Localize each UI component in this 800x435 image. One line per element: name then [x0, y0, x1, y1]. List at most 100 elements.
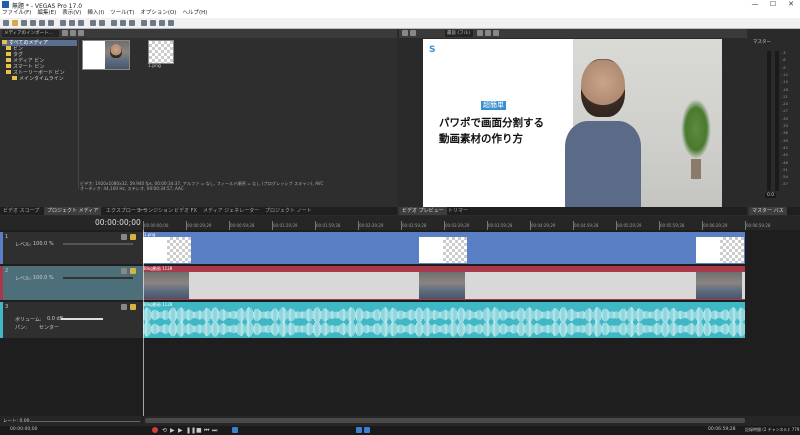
- media-item-label: 1.png: [148, 64, 161, 69]
- play-from-start-icon[interactable]: ▶: [170, 427, 175, 434]
- paste-icon[interactable]: [78, 20, 84, 26]
- overlays-icon[interactable]: [477, 30, 483, 36]
- mute-icon[interactable]: [121, 268, 127, 274]
- pause-icon[interactable]: ❚❚: [186, 427, 196, 434]
- meter-left: [767, 51, 771, 191]
- tab-master-bus[interactable]: マスター バス: [749, 207, 787, 215]
- menu-help[interactable]: ヘルプ(H): [183, 9, 208, 18]
- save-icon[interactable]: [21, 20, 27, 26]
- save-as-icon[interactable]: [30, 20, 36, 26]
- menu-edit[interactable]: 編集(E): [37, 9, 56, 18]
- media-info: ビデオ: 1920x1080x32, 59.940 fps, 00:00:34:…: [80, 181, 395, 191]
- grid-toggle-icon[interactable]: [364, 427, 370, 433]
- views-icon[interactable]: [78, 30, 84, 36]
- mute-icon[interactable]: [121, 234, 127, 240]
- tab-video-preview[interactable]: ビデオ プレビュー: [399, 207, 447, 215]
- preview-quality-dropdown[interactable]: 最良 (フル): [445, 30, 473, 37]
- slide-title-line2: 動画素材の作り方: [439, 133, 523, 145]
- tab-media-generators[interactable]: メディア ジェネレーター: [200, 207, 262, 215]
- track-header-1[interactable]: 1 レベル: 100.0 %: [0, 232, 145, 264]
- envelope-tool-icon[interactable]: [150, 20, 156, 26]
- plant-leaves: [681, 99, 711, 159]
- import-media-dropdown[interactable]: メディアのインポート...: [2, 30, 59, 37]
- ruler-tick-label: 00:01:29;29: [273, 223, 298, 228]
- tab-video-fx[interactable]: ビデオ FX: [171, 207, 200, 215]
- track-2-lane[interactable]: Blog動画 1128: [143, 266, 745, 300]
- normal-edit-tool-icon[interactable]: [232, 427, 238, 433]
- render-icon[interactable]: [39, 20, 45, 26]
- edit-tool-icon[interactable]: [141, 20, 147, 26]
- tab-project-media[interactable]: プロジェクト メディア: [44, 207, 102, 215]
- track-header-2[interactable]: 2 レベル: 100.0 %: [0, 266, 145, 300]
- timeline-ruler[interactable]: 00:00:00;00 00:00:29;29 00:00:59;28 00:01:2…: [143, 216, 800, 230]
- solo-icon[interactable]: [130, 234, 136, 240]
- redo-icon[interactable]: [99, 20, 105, 26]
- track-header-3[interactable]: 3 ボリューム: 0.0 dB パン: センター: [0, 302, 145, 338]
- preview-settings-icon[interactable]: [402, 30, 408, 36]
- db-scale-label: -3: [782, 51, 786, 55]
- menu-file[interactable]: ファイル(F): [2, 9, 31, 18]
- db-scale-label: -30: [782, 116, 788, 121]
- loop-icon[interactable]: ⟲: [162, 427, 167, 434]
- menu-tools[interactable]: ツール(T): [110, 9, 134, 18]
- level-slider[interactable]: [63, 277, 133, 279]
- solo-icon[interactable]: [130, 268, 136, 274]
- snap-icon[interactable]: [111, 20, 117, 26]
- copy-snapshot-icon[interactable]: [485, 30, 491, 36]
- playhead[interactable]: [143, 230, 144, 420]
- solo-icon[interactable]: [130, 304, 136, 310]
- close-button[interactable]: ✕: [782, 0, 800, 9]
- go-to-end-icon[interactable]: ⏭: [212, 427, 217, 435]
- cut-icon[interactable]: [60, 20, 66, 26]
- db-scale-label: -18: [782, 87, 788, 92]
- zoom-tool-icon[interactable]: [168, 20, 174, 26]
- clip-frame: [419, 272, 465, 299]
- go-to-start-icon[interactable]: ⏮: [204, 427, 209, 435]
- level-slider[interactable]: [63, 243, 133, 245]
- selection-tool-icon[interactable]: [159, 20, 165, 26]
- play-icon[interactable]: ▶: [178, 427, 183, 434]
- ruler-tick-mark: [616, 221, 617, 230]
- volume-slider[interactable]: [61, 318, 103, 320]
- record-icon[interactable]: [152, 427, 158, 433]
- properties-icon[interactable]: [48, 20, 54, 26]
- timeline-scrollbar[interactable]: [143, 416, 800, 426]
- new-icon[interactable]: [3, 20, 9, 26]
- menu-view[interactable]: 表示(V): [62, 9, 81, 18]
- save-snapshot-icon[interactable]: [493, 30, 499, 36]
- person-head: [581, 59, 625, 117]
- track-3-lane[interactable]: Blog動画 1128: [143, 302, 745, 338]
- mute-icon[interactable]: [121, 304, 127, 310]
- ruler-tick-label: 00:05:29;29: [617, 223, 642, 228]
- scrollbar-thumb[interactable]: [145, 418, 745, 423]
- media-panel-toolbar: メディアのインポート...: [0, 29, 397, 38]
- delete-icon[interactable]: [70, 30, 76, 36]
- ruler-tick-label: 00:04:59;28: [574, 223, 599, 228]
- copy-icon[interactable]: [69, 20, 75, 26]
- media-thumbnail-png[interactable]: [148, 40, 174, 64]
- tree-item-main-timeline[interactable]: メインタイムライン: [2, 76, 77, 82]
- audio-waveform: [143, 307, 745, 337]
- split-screen-icon[interactable]: [410, 30, 416, 36]
- track-1-lane[interactable]: 1.png: [143, 232, 745, 264]
- auto-ripple-icon[interactable]: [120, 20, 126, 26]
- media-thumbnail-video[interactable]: [82, 40, 130, 70]
- menu-options[interactable]: オプション(O): [140, 9, 176, 18]
- lock-icon[interactable]: [129, 20, 135, 26]
- snap-toggle-icon[interactable]: [356, 427, 362, 433]
- tab-trimmer[interactable]: トリマー: [445, 207, 471, 215]
- tab-project-notes[interactable]: プロジェクト ノート: [262, 207, 315, 215]
- open-icon[interactable]: [12, 20, 18, 26]
- track-number: 2: [5, 268, 9, 274]
- stop-icon[interactable]: ■: [196, 427, 202, 434]
- minimize-button[interactable]: —: [746, 0, 764, 9]
- rate-slider[interactable]: [30, 421, 140, 422]
- title-badge: 超簡単: [481, 101, 506, 110]
- tab-video-scopes[interactable]: ビデオ スコープ: [0, 207, 42, 215]
- maximize-button[interactable]: ☐: [764, 0, 782, 9]
- refresh-icon[interactable]: [62, 30, 68, 36]
- menu-insert[interactable]: 挿入(I): [87, 9, 104, 18]
- tab-transitions[interactable]: トランジション: [135, 207, 176, 215]
- undo-icon[interactable]: [90, 20, 96, 26]
- folder-icon: [6, 58, 11, 62]
